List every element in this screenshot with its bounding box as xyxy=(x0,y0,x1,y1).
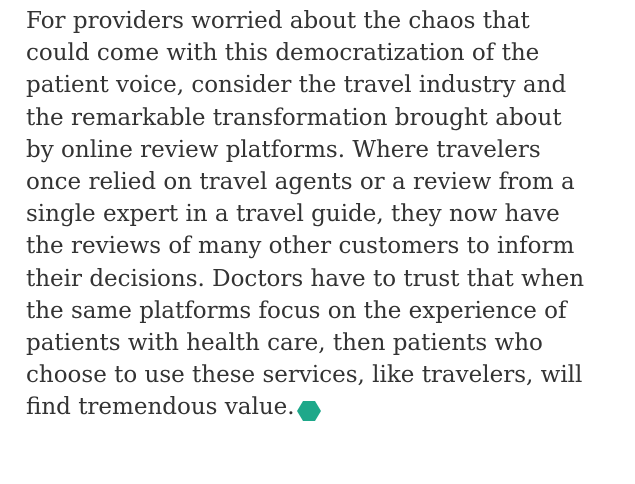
hexagon-end-mark-icon xyxy=(296,399,321,431)
paragraph-line: patients with health care, then patients… xyxy=(26,330,543,357)
paragraph-line: patient voice, consider the travel indus… xyxy=(26,72,567,99)
paragraph-line: the reviews of many other customers to i… xyxy=(26,233,575,260)
paragraph-line: could come with this democratization of … xyxy=(26,40,540,67)
paragraph-line: the remarkable transformation brought ab… xyxy=(26,104,562,131)
article-paragraph: For providers worried about the chaos th… xyxy=(26,5,626,424)
paragraph-line: For providers worried about the chaos th… xyxy=(26,8,530,34)
paragraph-line: once relied on travel agents or a review… xyxy=(26,169,575,196)
article-body: For providers worried about the chaos th… xyxy=(26,5,626,424)
paragraph-line: by online review platforms. Where travel… xyxy=(26,136,541,163)
paragraph-line: choose to use these services, like trave… xyxy=(26,362,583,389)
paragraph-line-last: find tremendous value. xyxy=(26,391,626,423)
paragraph-line: single expert in a travel guide, they no… xyxy=(26,201,560,228)
hexagon-end-mark-shape xyxy=(296,401,321,422)
paragraph-line-text: find tremendous value. xyxy=(26,394,295,421)
paragraph-line: their decisions. Doctors have to trust t… xyxy=(26,265,585,292)
paragraph-line: the same platforms focus on the experien… xyxy=(26,297,567,324)
